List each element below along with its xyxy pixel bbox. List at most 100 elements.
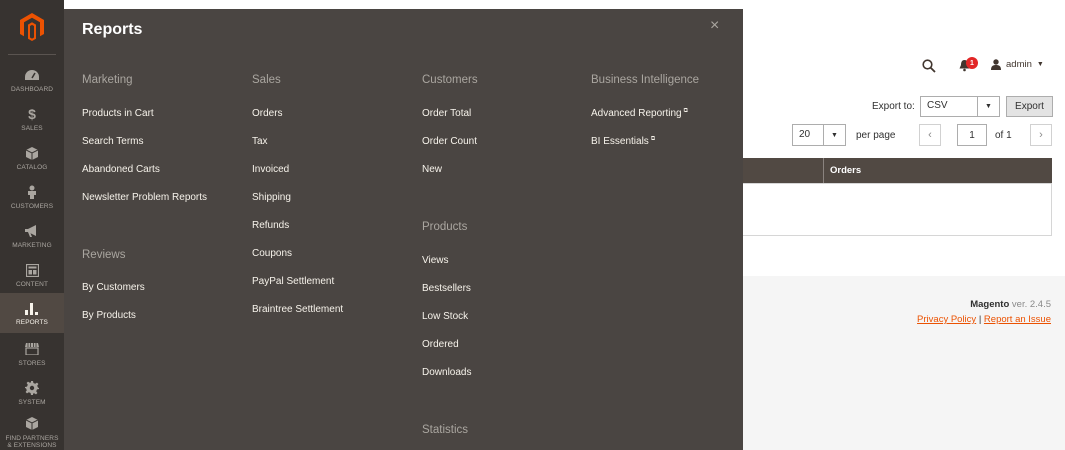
link-search-terms[interactable]: Search Terms xyxy=(82,136,144,147)
footer-brand: Magento xyxy=(970,299,1010,310)
megaphone-icon xyxy=(25,223,39,239)
privacy-policy-link[interactable]: Privacy Policy xyxy=(917,314,976,325)
page-total: of 1 xyxy=(995,130,1012,141)
section-title-reviews: Reviews xyxy=(82,249,126,261)
user-icon xyxy=(991,59,1001,70)
per-page-select[interactable]: 20 ▼ xyxy=(792,124,846,146)
link-order-total[interactable]: Order Total xyxy=(422,108,471,119)
flyout-title: Reports xyxy=(82,21,143,38)
link-downloads[interactable]: Downloads xyxy=(422,367,471,378)
link-bestsellers[interactable]: Bestsellers xyxy=(422,283,471,294)
nav-item-catalog[interactable]: Catalog xyxy=(0,138,64,178)
link-bi-essentials-label: BI Essentials xyxy=(591,136,649,147)
user-menu[interactable]: admin ▼ xyxy=(991,59,1044,70)
close-icon[interactable]: × xyxy=(710,18,719,34)
reports-flyout: Reports × Marketing Products in Cart Sea… xyxy=(64,9,743,450)
person-icon xyxy=(27,184,37,200)
nav-item-label: Dashboard xyxy=(10,86,54,93)
link-tax[interactable]: Tax xyxy=(252,136,268,147)
nav-item-label: Sales xyxy=(21,125,43,132)
link-coupons[interactable]: Coupons xyxy=(252,248,292,259)
grid-body xyxy=(743,183,1052,236)
link-by-products[interactable]: By Products xyxy=(82,310,136,321)
external-link-icon: ⧉ xyxy=(650,136,656,142)
cube-icon xyxy=(26,145,38,161)
external-link-icon: ⧉ xyxy=(683,108,688,114)
link-products-in-cart[interactable]: Products in Cart xyxy=(82,108,154,119)
store-icon xyxy=(25,341,39,357)
link-newsletter-problem-reports[interactable]: Newsletter Problem Reports xyxy=(82,192,207,203)
footer-version-number: ver. 2.4.5 xyxy=(1011,299,1051,310)
link-abandoned-carts[interactable]: Abandoned Carts xyxy=(82,164,160,175)
link-ordered[interactable]: Ordered xyxy=(422,339,459,350)
link-by-customers[interactable]: By Customers xyxy=(82,282,145,293)
dollar-icon: $ xyxy=(28,106,36,122)
gear-icon xyxy=(25,380,39,396)
chevron-right-icon: › xyxy=(1039,129,1043,141)
link-new[interactable]: New xyxy=(422,164,442,175)
magento-logo[interactable] xyxy=(0,0,64,54)
section-title-customers: Customers xyxy=(422,74,478,86)
chevron-down-icon: ▼ xyxy=(1036,61,1044,68)
nav-item-stores[interactable]: Stores xyxy=(0,334,64,374)
footer-links: Privacy Policy | Report an Issue xyxy=(917,314,1051,325)
nav-item-reports[interactable]: Reports xyxy=(0,293,64,333)
nav-item-label: Content xyxy=(15,281,49,288)
nav-item-sales[interactable]: $ Sales xyxy=(0,99,64,139)
previous-page-button[interactable]: ‹ xyxy=(919,124,941,146)
next-page-button[interactable]: › xyxy=(1030,124,1052,146)
section-title-marketing: Marketing xyxy=(82,74,133,86)
user-name: admin xyxy=(1006,59,1032,70)
link-advanced-reporting[interactable]: Advanced Reporting ⧉ xyxy=(591,108,688,119)
nav-item-label: Catalog xyxy=(16,164,48,171)
link-bi-essentials[interactable]: BI Essentials ⧉ xyxy=(591,136,655,147)
nav-item-system[interactable]: System xyxy=(0,373,64,413)
chevron-down-icon: ▼ xyxy=(977,97,999,116)
nav-item-label: Marketing xyxy=(12,242,52,249)
search-icon[interactable] xyxy=(922,59,936,76)
link-views[interactable]: Views xyxy=(422,255,449,266)
export-format-value: CSV xyxy=(927,100,948,111)
nav-item-partners[interactable]: Find Partners & Extensions xyxy=(0,412,64,450)
nav-item-dashboard[interactable]: Dashboard xyxy=(0,60,64,100)
section-title-statistics: Statistics xyxy=(422,424,469,436)
link-orders[interactable]: Orders xyxy=(252,108,283,119)
link-shipping[interactable]: Shipping xyxy=(252,192,291,203)
dashboard-icon xyxy=(25,67,39,83)
nav-item-label: Customers xyxy=(10,203,54,210)
section-title-products: Products xyxy=(422,221,468,233)
nav-item-label: System xyxy=(18,399,46,406)
magento-logo-icon xyxy=(20,13,44,41)
nav-item-label: Reports xyxy=(15,319,48,326)
nav-item-label: Find Partners & Extensions xyxy=(5,434,59,449)
link-low-stock[interactable]: Low Stock xyxy=(422,311,468,322)
section-title-sales: Sales xyxy=(252,74,281,86)
column-header-orders[interactable]: Orders xyxy=(823,158,861,183)
export-button[interactable]: Export xyxy=(1006,96,1053,117)
notification-count-badge: 1 xyxy=(966,57,978,69)
link-order-count[interactable]: Order Count xyxy=(422,136,477,147)
admin-sidebar: Dashboard $ Sales Catalog Customers Mark… xyxy=(0,0,64,450)
logo-divider xyxy=(8,54,56,55)
nav-item-marketing[interactable]: Marketing xyxy=(0,216,64,256)
per-page-label: per page xyxy=(856,130,896,141)
export-label: Export to: xyxy=(872,101,915,112)
nav-item-customers[interactable]: Customers xyxy=(0,177,64,217)
nav-item-content[interactable]: Content xyxy=(0,255,64,295)
page-number-input[interactable]: 1 xyxy=(957,124,987,146)
report-issue-link[interactable]: Report an Issue xyxy=(984,314,1051,325)
link-invoiced[interactable]: Invoiced xyxy=(252,164,289,175)
link-paypal-settlement[interactable]: PayPal Settlement xyxy=(252,276,334,287)
per-page-value: 20 xyxy=(799,129,811,140)
section-title-business-intelligence: Business Intelligence xyxy=(591,74,700,86)
link-braintree-settlement[interactable]: Braintree Settlement xyxy=(252,304,343,315)
export-format-select[interactable]: CSV ▼ xyxy=(920,96,1000,117)
nav-item-label: Stores xyxy=(18,360,46,367)
bar-chart-icon xyxy=(25,300,39,316)
link-refunds[interactable]: Refunds xyxy=(252,220,289,231)
footer-separator: | xyxy=(978,314,982,325)
grid-header: Orders xyxy=(743,158,1052,183)
page-footer: Magento ver. 2.4.5 Privacy Policy | Repo… xyxy=(743,276,1065,450)
cube-icon xyxy=(26,416,38,432)
chevron-left-icon: ‹ xyxy=(928,129,932,141)
